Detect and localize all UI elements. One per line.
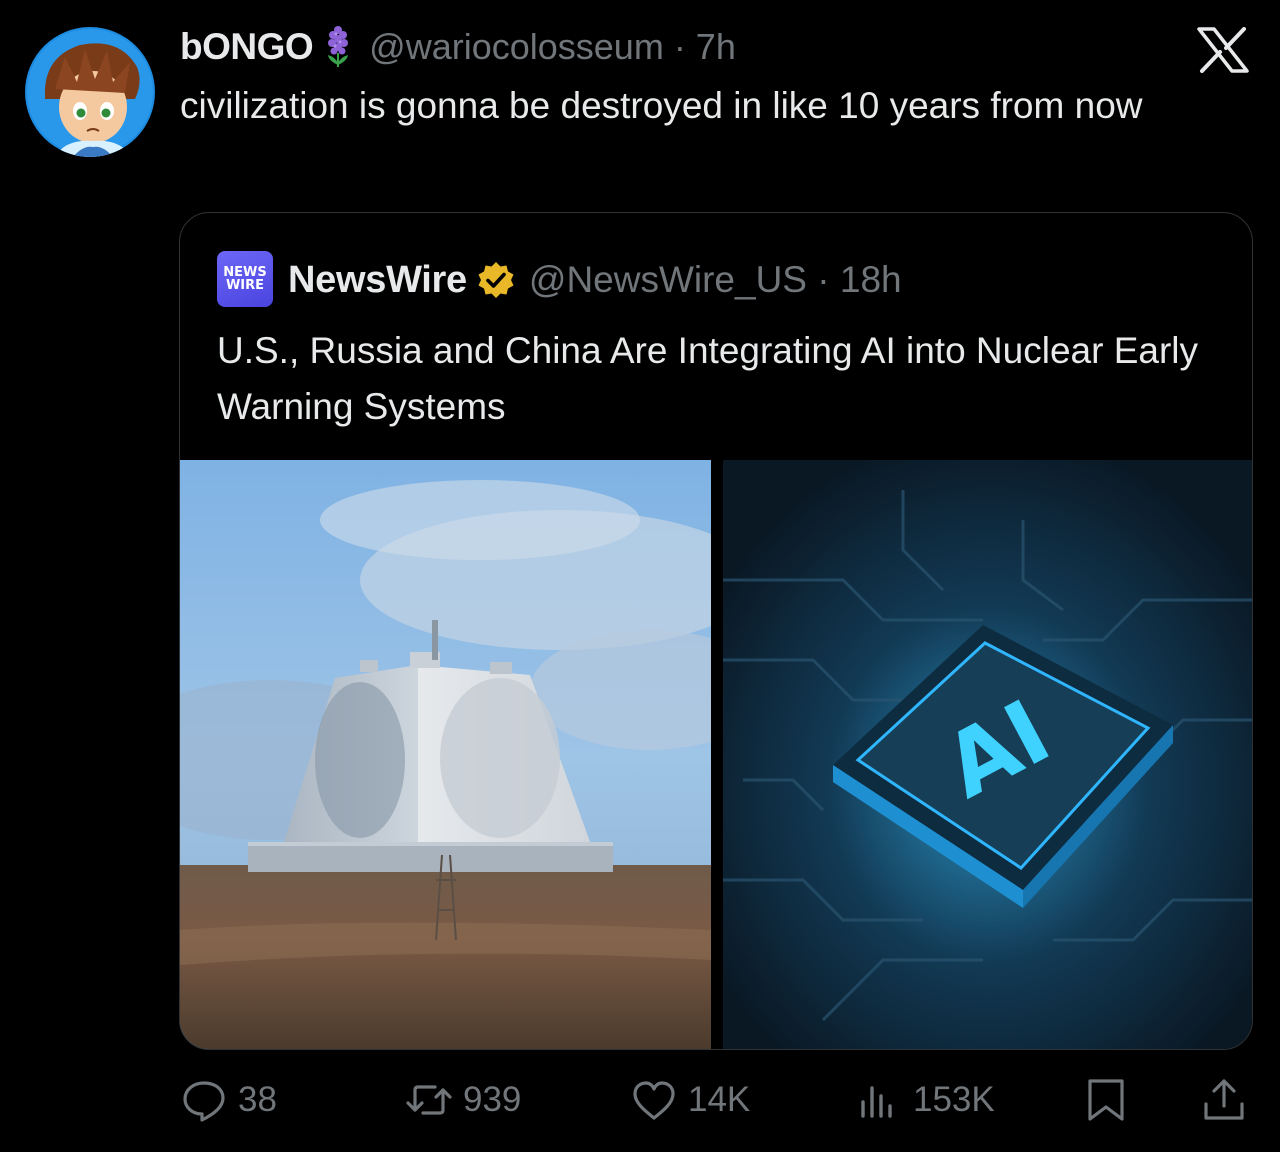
reply-button[interactable]: 38 xyxy=(180,1076,277,1124)
bookmark-button[interactable] xyxy=(1082,1076,1130,1124)
hyacinth-flower-icon xyxy=(328,26,349,67)
like-count: 14K xyxy=(688,1080,751,1119)
quoted-tweet-text: U.S., Russia and China Are Integrating A… xyxy=(217,330,1199,427)
quoted-handle-and-time[interactable]: @NewsWire_US · 18h xyxy=(529,259,902,301)
tweet-text: civilization is gonna be destroyed in li… xyxy=(180,85,1143,126)
ai-chip-photo[interactable]: AI xyxy=(723,460,1253,1050)
tweet-header: bONGO @wariocolosseum · 7h xyxy=(180,24,736,70)
reply-count: 38 xyxy=(238,1080,277,1119)
gold-verified-badge-icon xyxy=(478,262,514,298)
action-bar: 38 939 14K 153K xyxy=(0,1070,1280,1130)
share-icon xyxy=(1204,1079,1244,1120)
bookmark-icon xyxy=(1088,1079,1124,1121)
share-button[interactable] xyxy=(1200,1076,1248,1124)
views-button[interactable]: 153K xyxy=(855,1076,995,1124)
x-logo-icon xyxy=(1197,27,1249,73)
repost-icon xyxy=(406,1085,452,1115)
repost-button[interactable]: 939 xyxy=(405,1076,521,1124)
newswire-avatar[interactable]: NEWS WIRE xyxy=(217,251,273,307)
display-name[interactable]: bONGO xyxy=(180,26,314,68)
quoted-display-name[interactable]: NewsWire xyxy=(288,259,467,302)
handle-and-time[interactable]: @wariocolosseum · 7h xyxy=(369,26,736,68)
quoted-header: NewsWire @NewsWire_US · 18h xyxy=(288,255,902,305)
views-chart-icon xyxy=(861,1086,892,1118)
heart-icon xyxy=(633,1081,675,1120)
like-button[interactable]: 14K xyxy=(630,1076,750,1124)
reply-icon xyxy=(183,1081,225,1122)
avatar[interactable] xyxy=(25,27,155,157)
view-count: 153K xyxy=(913,1080,995,1119)
repost-count: 939 xyxy=(463,1080,522,1119)
newswire-avatar-text-2: WIRE xyxy=(225,278,265,293)
quoted-tweet-card[interactable]: NEWS WIRE NewsWire @NewsWire_US · 18h U.… xyxy=(179,212,1253,1050)
radar-station-photo[interactable] xyxy=(180,460,711,1050)
